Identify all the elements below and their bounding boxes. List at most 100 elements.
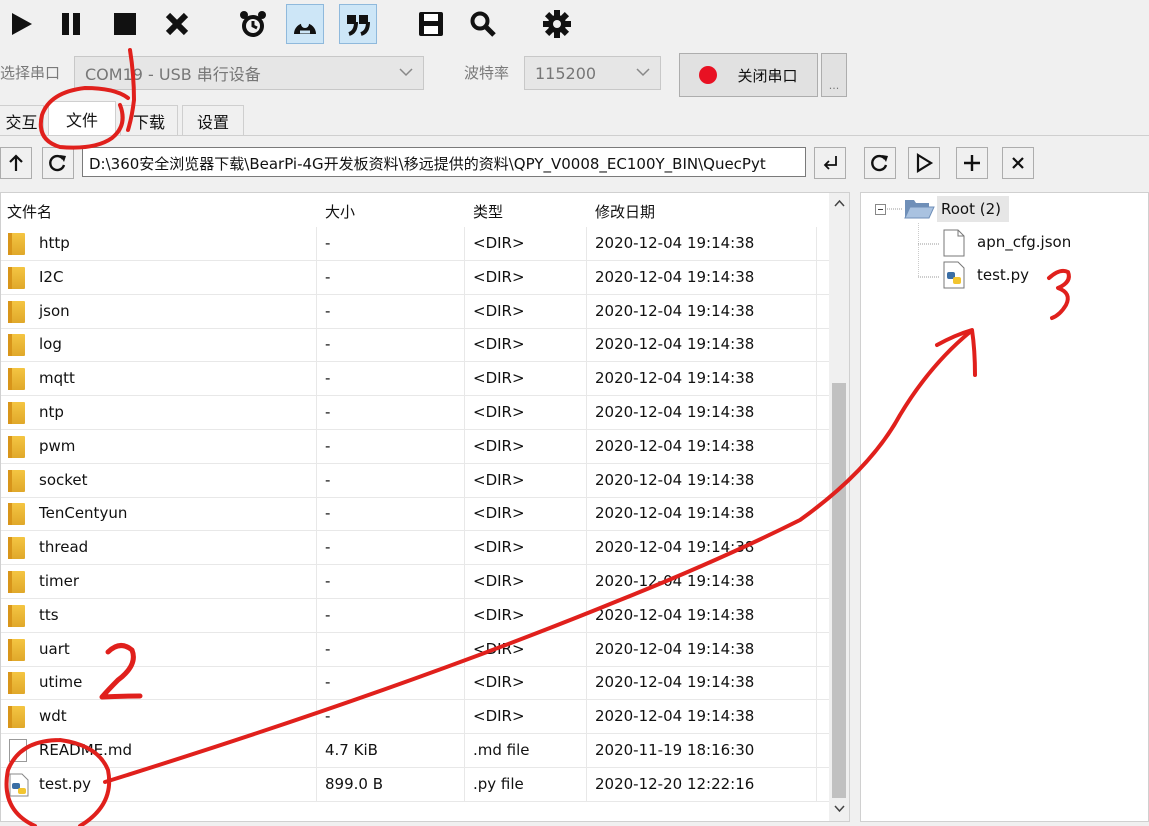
cell-size: - [317, 260, 465, 295]
up-folder-button[interactable] [0, 147, 32, 179]
main-toolbar [0, 0, 1149, 50]
serial-port-value: COM19 - USB 串行设备 [85, 65, 261, 84]
cell-size: - [317, 700, 465, 735]
column-header-type[interactable]: 类型 [473, 193, 503, 227]
table-row[interactable]: utime - <DIR> 2020-12-04 19:14:38 [1, 666, 829, 701]
cell-type: <DIR> [465, 227, 587, 261]
cell-name: test.py [1, 767, 317, 802]
folder-icon [8, 300, 25, 323]
cell-name: wdt [1, 700, 317, 735]
cell-date: 2020-12-04 19:14:38 [587, 700, 817, 735]
table-row[interactable]: wdt - <DIR> 2020-12-04 19:14:38 [1, 700, 829, 735]
more-button[interactable]: ... [821, 53, 847, 97]
add-file-button[interactable] [956, 147, 988, 179]
chevron-up-icon[interactable] [834, 199, 845, 207]
tab-settings[interactable]: 设置 [182, 105, 244, 135]
local-file-table: 文件名 大小 类型 修改日期 http - <DIR> 2020-12-04 19:1… [0, 192, 850, 822]
tab-download[interactable]: 下载 [120, 105, 178, 135]
table-row[interactable]: socket - <DIR> 2020-12-04 19:14:38 [1, 463, 829, 498]
table-row[interactable]: TenCentyun - <DIR> 2020-12-04 19:14:38 [1, 497, 829, 532]
tree-line [887, 208, 903, 210]
folder-icon [8, 233, 25, 255]
table-row[interactable]: thread - <DIR> 2020-12-04 19:14:38 [1, 531, 829, 566]
pause-icon[interactable] [52, 4, 90, 44]
close-icon[interactable] [158, 4, 196, 44]
alarm-clock-icon[interactable] [234, 4, 272, 44]
refresh-device-button[interactable] [864, 147, 896, 179]
table-row[interactable]: http - <DIR> 2020-12-04 19:14:38 [1, 227, 829, 261]
quote-icon[interactable] [339, 4, 377, 44]
tab-files[interactable]: 文件 [48, 101, 116, 135]
path-input[interactable]: D:\360安全浏览器下载\BearPi-4G开发板资料\移远提供的资料\QPY… [82, 147, 806, 177]
table-row[interactable]: pwm - <DIR> 2020-12-04 19:14:38 [1, 429, 829, 464]
serial-port-select[interactable]: COM19 - USB 串行设备 [74, 56, 424, 90]
column-header-size[interactable]: 大小 [325, 193, 355, 227]
cell-date: 2020-12-20 12:22:16 [587, 767, 817, 802]
baud-rate-select[interactable]: 115200 [524, 56, 661, 90]
gear-icon[interactable] [538, 4, 576, 44]
cell-type: <DIR> [465, 429, 587, 464]
column-header-name[interactable]: 文件名 [7, 193, 52, 227]
tree-item-apn-cfg[interactable]: apn_cfg.json [977, 233, 1071, 251]
enter-icon [823, 156, 837, 170]
cell-date: 2020-12-04 19:14:38 [587, 531, 817, 566]
tab-interact[interactable]: 交互 [0, 105, 44, 135]
run-file-button[interactable] [908, 147, 940, 179]
table-row[interactable]: README.md 4.7 KiB .md file 2020-11-19 18:16… [1, 734, 829, 768]
stop-icon[interactable] [106, 4, 144, 44]
cell-size: - [317, 227, 465, 261]
cell-date: 2020-12-04 19:14:38 [587, 497, 817, 532]
table-row[interactable]: ntp - <DIR> 2020-12-04 19:14:38 [1, 396, 829, 430]
search-icon[interactable] [464, 4, 502, 44]
table-row[interactable]: tts - <DIR> 2020-12-04 19:14:38 [1, 598, 829, 633]
cell-type: <DIR> [465, 598, 587, 633]
collapse-toggle-icon[interactable] [875, 204, 887, 216]
folder-icon [8, 334, 25, 357]
folder-icon [8, 368, 25, 391]
close-port-button[interactable]: 关闭串口 [679, 53, 818, 97]
cell-name: thread [1, 531, 317, 566]
column-header-date[interactable]: 修改日期 [595, 193, 655, 227]
tree-root-label[interactable]: Root (2) [941, 200, 1001, 218]
table-row[interactable]: I2C - <DIR> 2020-12-04 19:14:38 [1, 260, 829, 295]
refresh-icon [49, 154, 66, 172]
cell-name: ntp [1, 396, 317, 430]
chevron-down-icon[interactable] [834, 805, 845, 813]
file-name: ntp [39, 403, 64, 421]
delete-file-button[interactable] [1002, 147, 1034, 179]
cell-type: <DIR> [465, 666, 587, 701]
table-row[interactable]: test.py 899.0 B .py file 2020-12-20 12:22:1… [1, 767, 829, 802]
cell-date: 2020-12-04 19:14:38 [587, 260, 817, 295]
cell-date: 2020-12-04 19:14:38 [587, 362, 817, 397]
refresh-local-button[interactable] [42, 147, 74, 179]
cell-type: <DIR> [465, 362, 587, 397]
table-row[interactable]: log - <DIR> 2020-12-04 19:14:38 [1, 328, 829, 363]
close-icon [1012, 157, 1024, 169]
cell-date: 2020-12-04 19:14:38 [587, 463, 817, 498]
tab-label: 下载 [132, 112, 165, 132]
cell-type: <DIR> [465, 565, 587, 599]
cell-name: I2C [1, 260, 317, 295]
close-port-label: 关闭串口 [737, 66, 798, 85]
table-row[interactable]: json - <DIR> 2020-12-04 19:14:38 [1, 294, 829, 329]
tree-item-test-py[interactable]: test.py [977, 266, 1029, 284]
cell-type: <DIR> [465, 294, 587, 329]
record-icon[interactable] [286, 4, 324, 44]
vertical-scrollbar[interactable] [829, 193, 849, 821]
table-row[interactable]: timer - <DIR> 2020-12-04 19:14:38 [1, 565, 829, 599]
play-icon[interactable] [2, 4, 40, 44]
cell-type: <DIR> [465, 632, 587, 667]
cell-type: <DIR> [465, 463, 587, 498]
scrollbar-thumb[interactable] [832, 383, 846, 798]
table-row[interactable]: uart - <DIR> 2020-12-04 19:14:38 [1, 632, 829, 667]
table-row[interactable]: mqtt - <DIR> 2020-12-04 19:14:38 [1, 362, 829, 397]
go-path-button[interactable] [814, 147, 846, 179]
save-icon[interactable] [412, 4, 450, 44]
file-name: log [39, 335, 62, 354]
cell-date: 2020-12-04 19:14:38 [587, 598, 817, 633]
cell-size: - [317, 565, 465, 599]
open-folder-icon [904, 200, 935, 219]
tab-divider [0, 135, 1149, 136]
file-name: I2C [39, 267, 64, 286]
cell-size: - [317, 328, 465, 363]
